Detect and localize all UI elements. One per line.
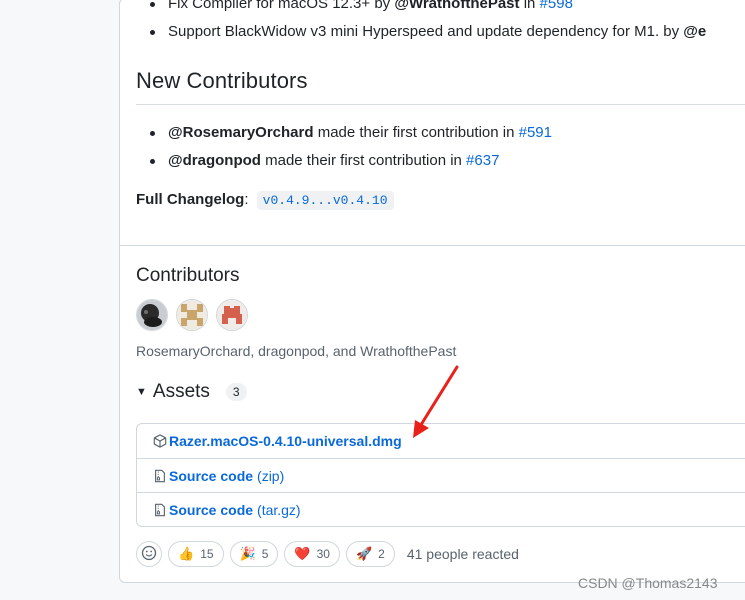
new-contributors-list: @RosemaryOrchard made their first contri… bbox=[136, 119, 552, 175]
list-item: Fix Compiler for macOS 12.3+ by @Wrathof… bbox=[136, 0, 706, 18]
asset-link[interactable]: Source code bbox=[169, 502, 253, 518]
assets-count-badge: 3 bbox=[225, 383, 247, 401]
list-item: Support BlackWidow v3 mini Hyperspeed an… bbox=[136, 18, 706, 46]
heart-icon: ❤️ bbox=[294, 546, 311, 561]
list-item: @dragonpod made their first contribution… bbox=[136, 147, 552, 175]
asset-row-targz[interactable]: Source code (tar.gz) bbox=[137, 492, 745, 526]
author-link[interactable]: @dragonpod bbox=[168, 152, 261, 169]
reaction-thumbs-up[interactable]: 👍 15 bbox=[168, 541, 224, 567]
avatar[interactable] bbox=[216, 299, 248, 331]
file-zip-icon bbox=[153, 469, 167, 483]
annotation-arrow bbox=[413, 365, 459, 438]
avatar[interactable] bbox=[176, 299, 208, 331]
rocket-icon: 🚀 bbox=[355, 546, 373, 561]
reaction-hooray[interactable]: 🎉 5 bbox=[229, 541, 279, 567]
reaction-heart[interactable]: ❤️ 30 bbox=[284, 541, 340, 567]
asset-row-zip[interactable]: Source code (zip) bbox=[137, 458, 745, 492]
file-zip-icon bbox=[153, 503, 167, 517]
compare-link[interactable]: v0.4.9...v0.4.10 bbox=[256, 191, 394, 210]
party-popper-icon: 🎉 bbox=[239, 546, 256, 561]
assets-toggle[interactable]: ▼ Assets 3 bbox=[136, 381, 247, 403]
author-link[interactable]: @WrathofthePast bbox=[394, 0, 519, 12]
reactions-bar: 👍 15 🎉 5 ❤️ 30 🚀 2 41 people reacted bbox=[136, 541, 519, 567]
thumbs-up-icon: 👍 bbox=[178, 546, 195, 561]
contributor-avatars bbox=[136, 299, 248, 331]
add-reaction-button[interactable] bbox=[136, 541, 162, 567]
assets-heading: Assets bbox=[152, 381, 210, 402]
full-changelog: Full Changelog: v0.4.9...v0.4.10 bbox=[136, 191, 394, 210]
package-icon bbox=[153, 434, 167, 448]
pr-link[interactable]: #591 bbox=[519, 124, 552, 141]
release-notes-list: Fix Compiler for macOS 12.3+ by @Wrathof… bbox=[136, 0, 706, 46]
smiley-icon bbox=[141, 545, 157, 564]
author-link[interactable]: @e bbox=[683, 23, 706, 40]
reaction-rocket[interactable]: 🚀 2 bbox=[345, 541, 395, 567]
contributors-heading: Contributors bbox=[136, 265, 240, 286]
divider bbox=[136, 104, 745, 105]
asset-link[interactable]: Source code bbox=[169, 468, 253, 484]
pr-link[interactable]: #598 bbox=[540, 0, 573, 12]
new-contributors-heading: New Contributors bbox=[136, 68, 308, 93]
asset-link[interactable]: Razer.macOS-0.4.10-universal.dmg bbox=[169, 433, 402, 449]
triangle-down-icon: ▼ bbox=[136, 386, 147, 398]
contributor-names: RosemaryOrchard, dragonpod, and Wrathoft… bbox=[136, 343, 457, 359]
list-item: @RosemaryOrchard made their first contri… bbox=[136, 119, 552, 147]
watermark: CSDN @Thomas2143 bbox=[578, 575, 718, 591]
reaction-summary: 41 people reacted bbox=[406, 546, 519, 562]
pr-link[interactable]: #637 bbox=[466, 152, 499, 169]
avatar[interactable] bbox=[136, 299, 168, 331]
author-link[interactable]: @RosemaryOrchard bbox=[168, 124, 314, 141]
divider bbox=[120, 245, 745, 246]
